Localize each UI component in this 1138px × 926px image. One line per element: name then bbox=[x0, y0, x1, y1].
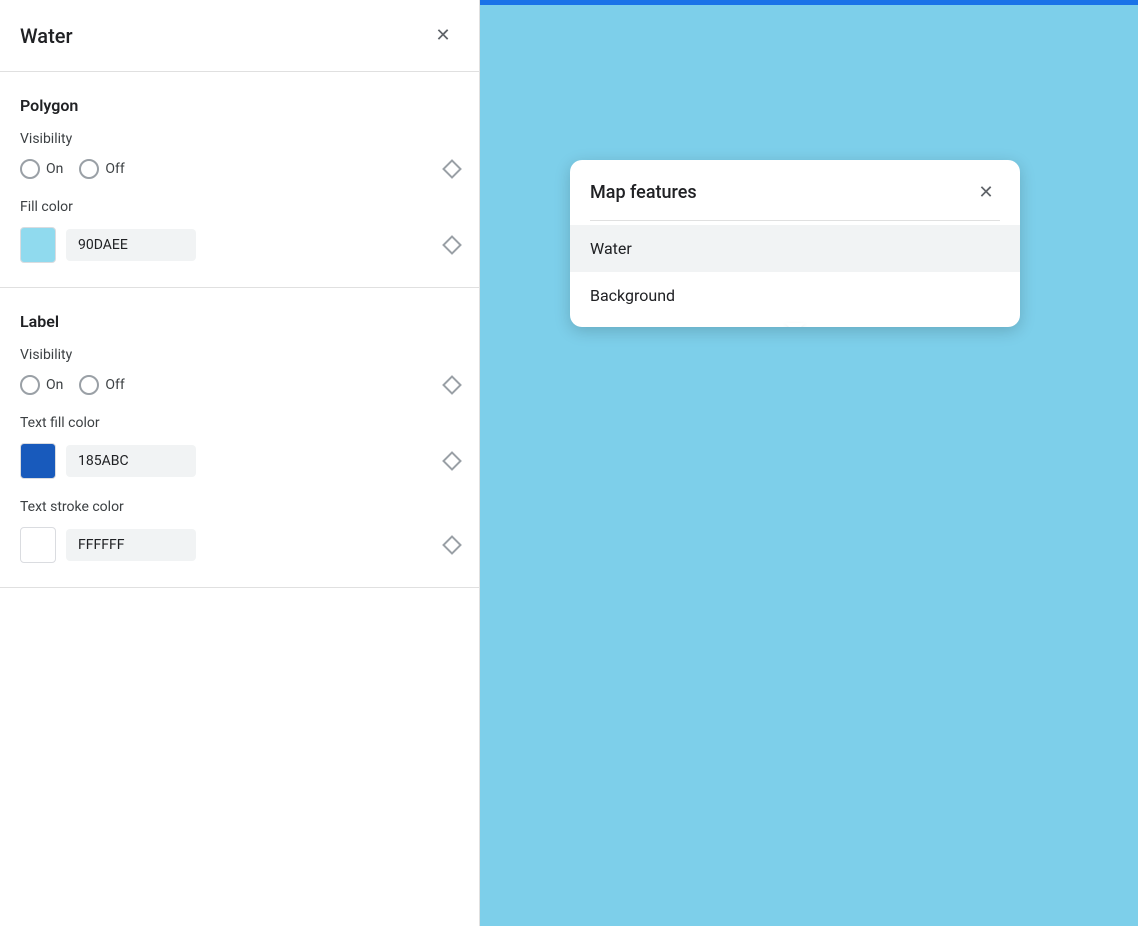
polygon-off-option[interactable]: Off bbox=[79, 159, 124, 179]
label-on-radio[interactable] bbox=[20, 375, 40, 395]
polygon-on-radio[interactable] bbox=[20, 159, 40, 179]
label-visibility-row: On Off bbox=[20, 375, 459, 395]
polygon-visibility-radio-group: On Off bbox=[20, 159, 445, 179]
popup-header: Map features ✕ bbox=[570, 160, 1020, 220]
text-stroke-color-swatch[interactable] bbox=[20, 527, 56, 563]
polygon-visibility-label: Visibility bbox=[20, 131, 459, 147]
polygon-visibility-row: On Off bbox=[20, 159, 459, 179]
popup-close-icon: ✕ bbox=[978, 182, 993, 203]
text-fill-color-swatch[interactable] bbox=[20, 443, 56, 479]
label-section: Label Visibility On Off Text fill color … bbox=[0, 288, 479, 588]
map-top-bar bbox=[480, 0, 1138, 5]
panel-close-button[interactable]: ✕ bbox=[427, 20, 459, 52]
polygon-on-option[interactable]: On bbox=[20, 159, 63, 179]
polygon-visibility-diamond-icon[interactable] bbox=[442, 159, 462, 179]
label-visibility-diamond-icon[interactable] bbox=[442, 375, 462, 395]
map-features-popup: Map features ✕ Water Background bbox=[570, 160, 1020, 327]
text-stroke-diamond-icon[interactable] bbox=[442, 535, 462, 555]
polygon-section: Polygon Visibility On Off Fill color 90D… bbox=[0, 72, 479, 288]
label-off-radio[interactable] bbox=[79, 375, 99, 395]
popup-list: Water Background bbox=[570, 221, 1020, 327]
fill-color-row: 90DAEE bbox=[20, 227, 459, 263]
polygon-off-label: Off bbox=[105, 161, 124, 177]
fill-color-swatch[interactable] bbox=[20, 227, 56, 263]
left-panel: Water ✕ Polygon Visibility On Off Fill c… bbox=[0, 0, 480, 926]
label-on-option[interactable]: On bbox=[20, 375, 63, 395]
fill-color-label: Fill color bbox=[20, 199, 459, 215]
popup-close-button[interactable]: ✕ bbox=[972, 178, 1000, 206]
popup-title: Map features bbox=[590, 182, 697, 203]
popup-item-background[interactable]: Background bbox=[570, 272, 1020, 319]
label-visibility-radio-group: On Off bbox=[20, 375, 445, 395]
text-fill-color-row: 185ABC bbox=[20, 443, 459, 479]
label-off-option[interactable]: Off bbox=[79, 375, 124, 395]
fill-color-diamond-icon[interactable] bbox=[442, 235, 462, 255]
label-off-label: Off bbox=[105, 377, 124, 393]
text-fill-color-input[interactable]: 185ABC bbox=[66, 445, 196, 477]
fill-color-input[interactable]: 90DAEE bbox=[66, 229, 196, 261]
map-panel: Map features ✕ Water Background bbox=[480, 0, 1138, 926]
text-stroke-color-label: Text stroke color bbox=[20, 499, 459, 515]
polygon-on-label: On bbox=[46, 161, 63, 177]
text-stroke-color-input[interactable]: FFFFFF bbox=[66, 529, 196, 561]
close-icon: ✕ bbox=[435, 25, 450, 46]
text-stroke-color-row: FFFFFF bbox=[20, 527, 459, 563]
panel-title: Water bbox=[20, 24, 73, 48]
text-fill-diamond-icon[interactable] bbox=[442, 451, 462, 471]
popup-item-water[interactable]: Water bbox=[570, 225, 1020, 272]
label-visibility-label: Visibility bbox=[20, 347, 459, 363]
label-on-label: On bbox=[46, 377, 63, 393]
polygon-off-radio[interactable] bbox=[79, 159, 99, 179]
text-fill-color-label: Text fill color bbox=[20, 415, 459, 431]
polygon-section-title: Polygon bbox=[20, 96, 459, 115]
panel-header: Water ✕ bbox=[0, 0, 479, 72]
label-section-title: Label bbox=[20, 312, 459, 331]
